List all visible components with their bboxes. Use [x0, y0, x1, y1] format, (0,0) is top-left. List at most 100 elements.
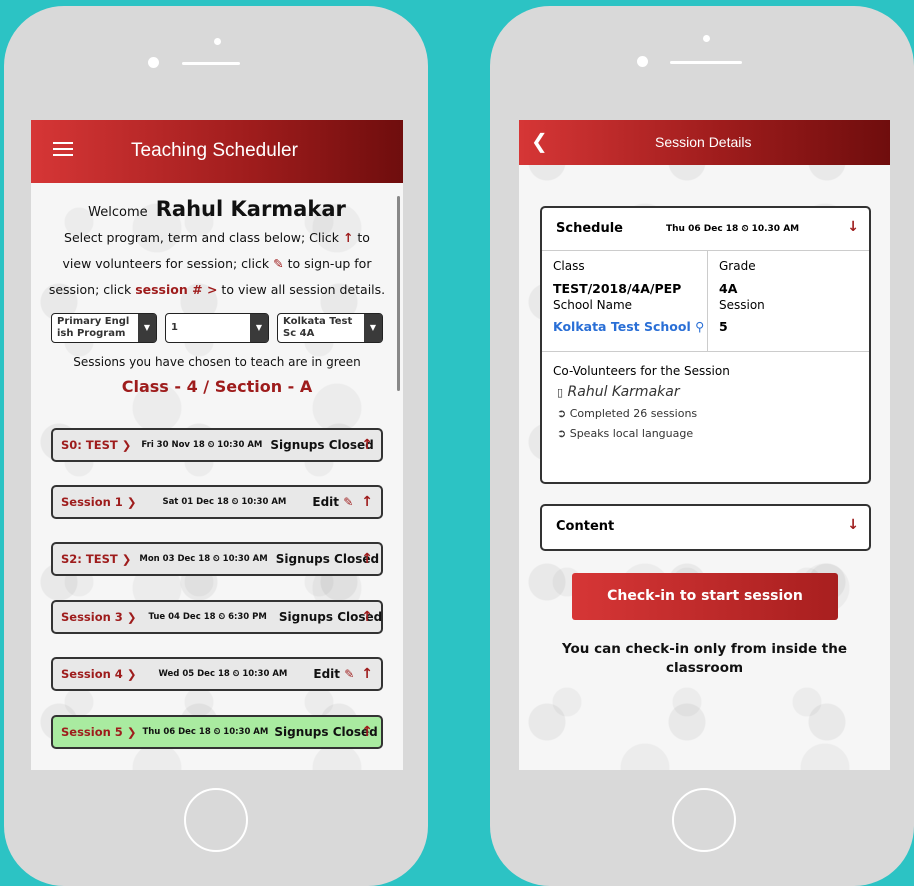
session-date: Thu 06 Dec 18 ⏲ 10:30 AM: [142, 727, 269, 737]
grade-label: Grade: [719, 259, 756, 273]
filter-selects: Primary Engl ish Program ▼ 1 ▼ Kolkata Te…: [51, 313, 403, 343]
content-card[interactable]: Content ↓: [540, 504, 871, 551]
session-link[interactable]: Session 3 ❯: [61, 610, 136, 624]
term-select[interactable]: 1 ▼: [165, 313, 269, 343]
chevron-circle-icon: ➲: [557, 427, 567, 440]
app-bar: Teaching Scheduler: [31, 120, 403, 183]
session-name: Session 5: [61, 725, 123, 739]
edit-signup-button[interactable]: Edit ✎: [312, 495, 353, 509]
content-label: Content: [556, 519, 615, 534]
session-info-grid: Class TEST/2018/4A/PEP School Name Kolka…: [542, 251, 869, 352]
co-volunteers-section: Co-Volunteers for the Session ▯ Rahul Ka…: [542, 352, 869, 452]
session-link[interactable]: Session 5 ❯: [61, 725, 136, 739]
session-row-selected[interactable]: Session 5 ❯ Thu 06 Dec 18 ⏲ 10:30 AM Sig…: [51, 715, 383, 749]
content-header[interactable]: Content ↓: [542, 506, 869, 548]
session-label: Session: [719, 298, 765, 312]
volunteer-info: ➲ Completed 26 sessions: [557, 407, 858, 420]
front-camera-dot: [703, 35, 710, 42]
session-name: Session 4: [61, 667, 123, 681]
instruction-text: session; click: [48, 282, 132, 297]
session-row[interactable]: Session 4 ❯ Wed 05 Dec 18 ⏲ 10:30 AM Edi…: [51, 657, 383, 691]
volunteer-entry: ▯ Rahul Karmakar: [557, 384, 858, 400]
speaker-grille: [182, 62, 240, 65]
pencil-icon: ✎: [273, 256, 284, 271]
session-link[interactable]: Session 1 ❯: [61, 495, 136, 509]
home-button[interactable]: [672, 788, 736, 852]
class-section-heading: Class - 4 / Section - A: [121, 377, 313, 396]
instruction-text: view volunteers for session; click: [62, 256, 270, 271]
class-value: TEST/2018/4A/PEP: [553, 281, 682, 296]
school-link[interactable]: Kolkata Test School ⚲: [553, 319, 707, 335]
arrow-up-icon[interactable]: ↑: [361, 666, 373, 682]
select-text: Kolkata Test: [283, 316, 353, 327]
location-pin-icon: ⚲: [695, 319, 705, 334]
hamburger-menu-icon[interactable]: [53, 142, 73, 156]
dropdown-arrow-icon[interactable]: ▼: [138, 314, 156, 342]
session-name: S0: TEST: [61, 438, 118, 452]
select-text: 1: [171, 322, 178, 333]
session-name: S2: TEST: [61, 552, 118, 566]
speaker-grille: [670, 61, 742, 64]
grade-column: Grade 4A Session 5: [708, 251, 765, 351]
scrollbar[interactable]: [397, 196, 400, 391]
home-button[interactable]: [184, 788, 248, 852]
pencil-icon: ✎: [344, 667, 355, 681]
instruction-text: to view all session details.: [221, 282, 386, 297]
dropdown-arrow-icon[interactable]: ▼: [250, 314, 268, 342]
instructions: Select program, term and class below; Cl…: [43, 225, 391, 303]
edit-label: Edit: [313, 667, 341, 681]
schedule-date: Thu 06 Dec 18 ⏲ 10.30 AM: [666, 224, 800, 234]
session-row[interactable]: S0: TEST ❯ Fri 30 Nov 18 ⏲ 10:30 AM Sign…: [51, 428, 383, 462]
app-title: Teaching Scheduler: [131, 140, 298, 161]
arrow-down-icon[interactable]: ↓: [847, 219, 859, 235]
class-column: Class TEST/2018/4A/PEP School Name Kolka…: [542, 251, 708, 351]
session-link[interactable]: Session 4 ❯: [61, 667, 136, 681]
edit-signup-button[interactable]: Edit ✎: [313, 667, 354, 681]
session-details-screen: ❮ Session Details Schedule Thu 06 Dec 18…: [519, 120, 890, 770]
arrow-down-icon[interactable]: ↓: [847, 517, 859, 533]
session-row[interactable]: Session 3 ❯ Tue 04 Dec 18 ⏲ 6:30 PM Sign…: [51, 600, 383, 634]
welcome-line: Welcome Rahul Karmakar: [31, 197, 403, 221]
session-date: Fri 30 Nov 18 ⏲ 10:30 AM: [141, 440, 263, 450]
welcome-prefix: Welcome: [88, 205, 148, 220]
dropdown-arrow-icon[interactable]: ▼: [364, 314, 382, 342]
back-arrow-icon[interactable]: ❮: [531, 129, 548, 153]
sensor-dot: [637, 56, 648, 67]
grade-value: 4A: [719, 281, 738, 296]
select-text: Sc 4A: [283, 328, 315, 339]
edit-label: Edit: [312, 495, 340, 509]
volunteer-name: Rahul Karmakar: [567, 384, 680, 400]
check-in-note: You can check-in only from inside the cl…: [561, 641, 848, 676]
session-row[interactable]: S2: TEST ❯ Mon 03 Dec 18 ⏲ 10:30 AM Sign…: [51, 542, 383, 576]
arrow-up-icon[interactable]: ↑: [361, 494, 373, 510]
program-select[interactable]: Primary Engl ish Program ▼: [51, 313, 157, 343]
session-link[interactable]: S0: TEST ❯: [61, 438, 131, 452]
session-link-hint: session # >: [135, 282, 218, 297]
session-date: Wed 05 Dec 18 ⏲ 10:30 AM: [158, 669, 288, 679]
arrow-up-icon[interactable]: ↑: [361, 437, 373, 453]
select-text: ish Program: [57, 328, 126, 339]
instruction-text: to: [357, 230, 370, 245]
school-label: School Name: [553, 298, 633, 312]
schedule-card: Schedule Thu 06 Dec 18 ⏲ 10.30 AM ↓ Clas…: [540, 206, 871, 484]
co-volunteers-title: Co-Volunteers for the Session: [553, 364, 730, 378]
schedule-label: Schedule: [556, 221, 623, 236]
check-in-button[interactable]: Check-in to start session: [572, 573, 838, 620]
pencil-icon: ✎: [343, 495, 354, 509]
app-bar: ❮ Session Details: [519, 120, 890, 165]
session-date: Tue 04 Dec 18 ⏲ 6:30 PM: [148, 612, 267, 622]
class-select[interactable]: Kolkata Test Sc 4A ▼: [277, 313, 383, 343]
session-link[interactable]: S2: TEST ❯: [61, 552, 131, 566]
arrow-up-icon[interactable]: ↑: [361, 609, 373, 625]
schedule-header[interactable]: Schedule Thu 06 Dec 18 ⏲ 10.30 AM ↓: [542, 208, 869, 251]
instruction-text: Select program, term and class below; Cl…: [64, 230, 339, 245]
session-value: 5: [719, 319, 728, 334]
instruction-text: to sign-up for: [287, 256, 372, 271]
arrow-up-icon[interactable]: ↑: [361, 551, 373, 567]
session-row[interactable]: Session 1 ❯ Sat 01 Dec 18 ⏲ 10:30 AM Edi…: [51, 485, 383, 519]
arrow-up-icon[interactable]: ↑: [361, 724, 373, 740]
session-name: Session 1: [61, 495, 123, 509]
chevron-circle-icon: ➲: [557, 407, 567, 420]
session-name: Session 3: [61, 610, 123, 624]
session-status: Signups Closed: [270, 438, 374, 452]
